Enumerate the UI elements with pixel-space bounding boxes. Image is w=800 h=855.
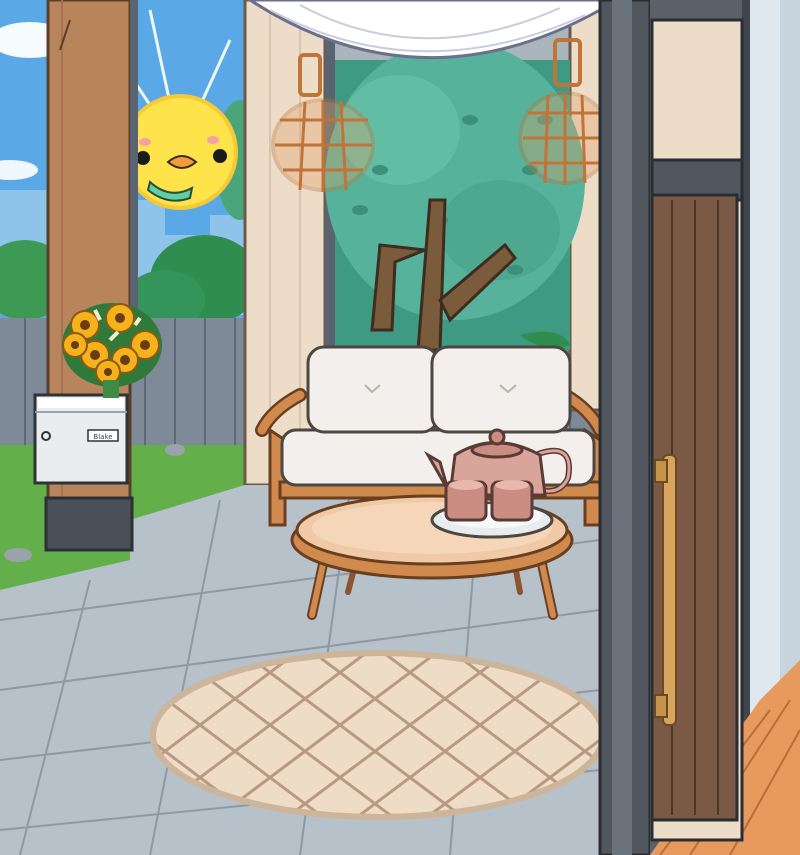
porch-scene: Blake	[0, 0, 800, 855]
mailbox-label: Blake	[93, 433, 112, 441]
scene-canvas: Blake	[0, 0, 800, 855]
wooden-door-icon[interactable]	[650, 18, 744, 842]
tree	[325, 40, 585, 352]
mailbox-icon[interactable]: Blake	[33, 393, 129, 485]
smiling-duck-sun-icon	[122, 94, 238, 210]
